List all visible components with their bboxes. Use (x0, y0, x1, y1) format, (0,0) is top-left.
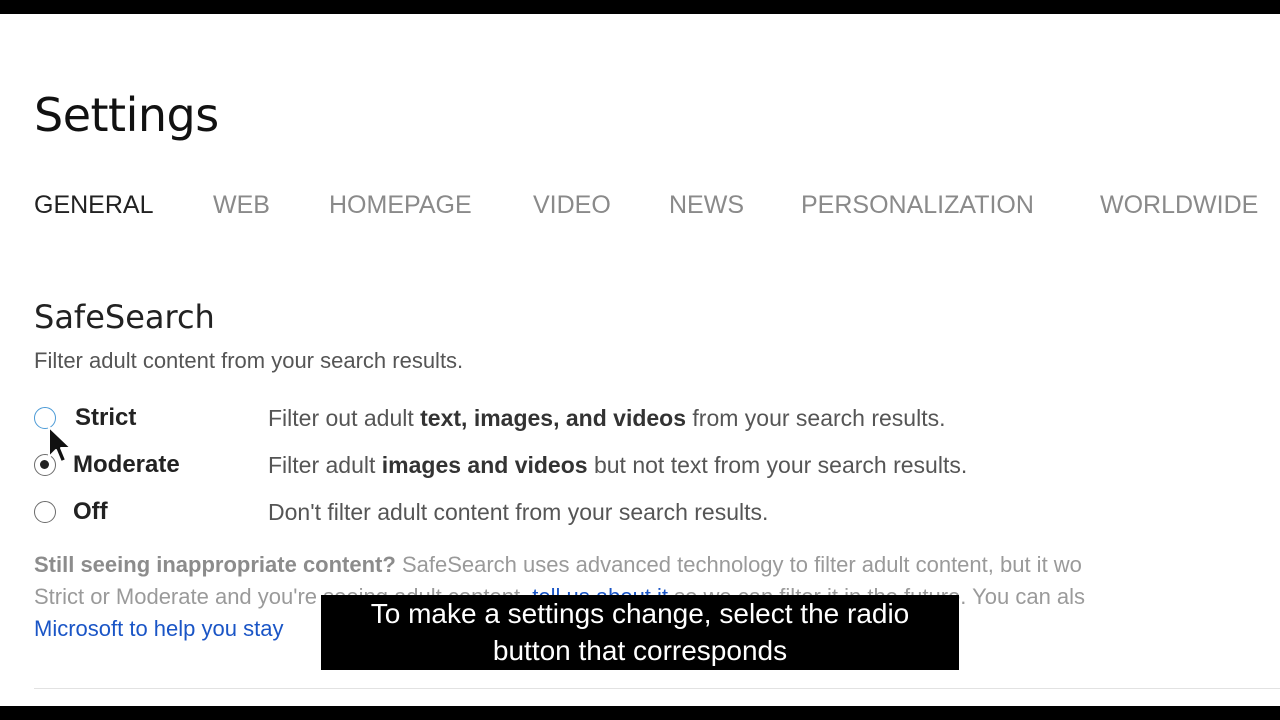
note-bold: Still seeing inappropriate content? (34, 552, 396, 577)
safesearch-option-off[interactable]: Off Don't filter adult content from your… (32, 495, 1132, 531)
off-description: Don't filter adult content from your sea… (268, 499, 769, 525)
strict-label[interactable]: Strict (75, 401, 136, 435)
strict-description: Filter out adult text, images, and video… (268, 405, 946, 431)
microsoft-help-link[interactable]: Microsoft to help you stay (34, 616, 283, 641)
mouse-pointer-icon (48, 426, 72, 463)
tab-video[interactable]: VIDEO (533, 188, 611, 222)
safesearch-heading: SafeSearch (34, 298, 215, 336)
caption-line-2: button that corresponds (492, 635, 788, 666)
video-letterbox-top (0, 0, 1280, 14)
settings-tabs: GENERAL WEB HOMEPAGE VIDEO NEWS PERSONAL… (34, 188, 1274, 224)
moderate-description: Filter adult images and videos but not t… (268, 452, 968, 478)
tab-web[interactable]: WEB (213, 188, 270, 222)
off-label[interactable]: Off (73, 495, 108, 529)
note-line-1: Still seeing inappropriate content? Safe… (34, 552, 1082, 577)
page-title: Settings (34, 88, 219, 142)
moderate-label[interactable]: Moderate (73, 448, 180, 482)
tab-news[interactable]: NEWS (669, 188, 744, 222)
tab-personalization[interactable]: PERSONALIZATION (801, 188, 1034, 222)
tab-general[interactable]: GENERAL (34, 188, 153, 222)
section-divider (34, 688, 1280, 689)
tab-worldwide[interactable]: WORLDWIDE (1100, 188, 1258, 222)
video-letterbox-bottom (0, 706, 1280, 720)
safesearch-option-moderate[interactable]: Moderate Filter adult images and videos … (32, 448, 1132, 484)
off-radio[interactable] (34, 501, 56, 523)
caption-line-1: To make a settings change, select the ra… (370, 598, 910, 629)
video-caption: To make a settings change, select the ra… (321, 595, 959, 670)
safesearch-description: Filter adult content from your search re… (34, 348, 464, 373)
tab-homepage[interactable]: HOMEPAGE (329, 188, 472, 222)
safesearch-option-strict[interactable]: Strict Filter out adult text, images, an… (32, 401, 1132, 437)
